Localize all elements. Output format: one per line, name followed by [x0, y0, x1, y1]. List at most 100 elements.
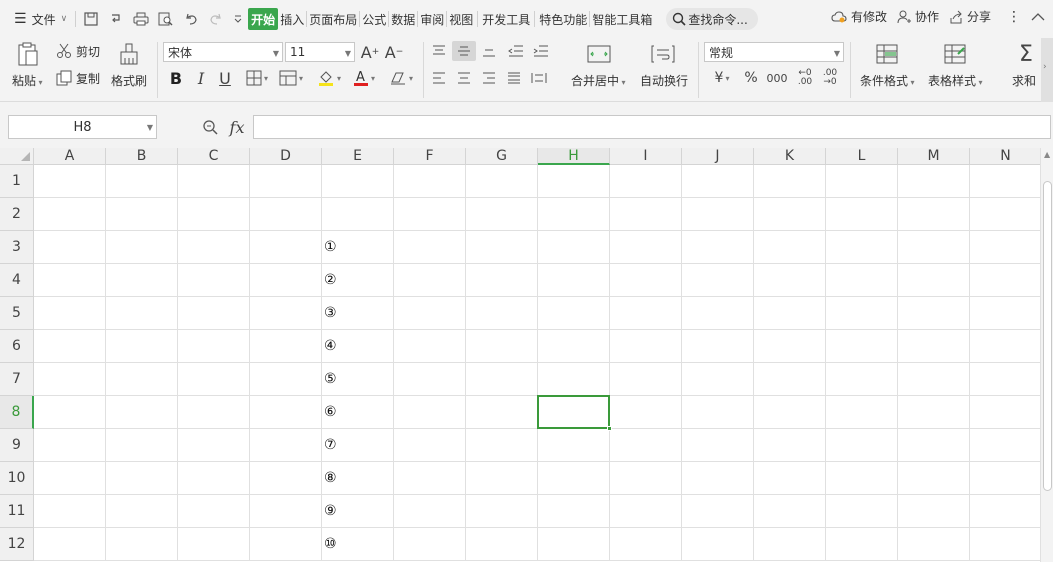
row-header-11[interactable]: 11: [0, 495, 34, 528]
cell-d3[interactable]: [250, 231, 322, 264]
cell-b3[interactable]: [106, 231, 178, 264]
tab-formulas[interactable]: 公式: [360, 8, 388, 30]
cell-l7[interactable]: [826, 363, 898, 396]
cell-i9[interactable]: [610, 429, 682, 462]
conditional-format-icon[interactable]: [874, 42, 900, 66]
cell-c3[interactable]: [178, 231, 250, 264]
cell-n1[interactable]: [970, 165, 1040, 198]
align-bottom-icon[interactable]: [478, 41, 500, 61]
increase-font-icon[interactable]: A +: [360, 42, 380, 62]
collapse-ribbon-icon[interactable]: [1031, 12, 1045, 22]
cell-e9[interactable]: ⑦: [322, 429, 394, 462]
cell-f1[interactable]: [394, 165, 466, 198]
increase-decimal-button[interactable]: ←0.00: [793, 66, 817, 90]
bold-button[interactable]: B: [166, 68, 186, 88]
cell-j1[interactable]: [682, 165, 754, 198]
cell-b8[interactable]: [106, 396, 178, 429]
cell-g4[interactable]: [466, 264, 538, 297]
cell-c9[interactable]: [178, 429, 250, 462]
cell-e2[interactable]: [322, 198, 394, 231]
cell-j7[interactable]: [682, 363, 754, 396]
cell-d11[interactable]: [250, 495, 322, 528]
font-size-select[interactable]: 11 ▼: [285, 42, 355, 62]
column-header-e[interactable]: E: [322, 148, 394, 165]
row-header-12[interactable]: 12: [0, 528, 34, 561]
tab-view[interactable]: 视图: [447, 8, 475, 30]
cell-g7[interactable]: [466, 363, 538, 396]
cell-g1[interactable]: [466, 165, 538, 198]
cell-n7[interactable]: [970, 363, 1040, 396]
cell-m1[interactable]: [898, 165, 970, 198]
cell-l4[interactable]: [826, 264, 898, 297]
cell-i6[interactable]: [610, 330, 682, 363]
paste-button[interactable]: [10, 40, 46, 68]
cell-e1[interactable]: [322, 165, 394, 198]
cell-f11[interactable]: [394, 495, 466, 528]
cell-e8[interactable]: ⑥: [322, 396, 394, 429]
cell-d2[interactable]: [250, 198, 322, 231]
cell-h6[interactable]: [538, 330, 610, 363]
decrease-font-icon[interactable]: A −: [384, 42, 404, 62]
cell-b12[interactable]: [106, 528, 178, 561]
sum-icon[interactable]: Σ: [1014, 40, 1038, 68]
cell-m3[interactable]: [898, 231, 970, 264]
column-header-k[interactable]: K: [754, 148, 826, 165]
cell-f6[interactable]: [394, 330, 466, 363]
cell-a1[interactable]: [34, 165, 106, 198]
cell-g8[interactable]: [466, 396, 538, 429]
more-options-icon[interactable]: ⋮: [1007, 9, 1021, 25]
tab-page-layout[interactable]: 页面布局: [307, 8, 359, 30]
cell-i5[interactable]: [610, 297, 682, 330]
cell-l2[interactable]: [826, 198, 898, 231]
cell-g9[interactable]: [466, 429, 538, 462]
cell-c2[interactable]: [178, 198, 250, 231]
cell-k7[interactable]: [754, 363, 826, 396]
tab-insert[interactable]: 插入: [278, 8, 306, 30]
column-header-c[interactable]: C: [178, 148, 250, 165]
cell-a2[interactable]: [34, 198, 106, 231]
cell-m7[interactable]: [898, 363, 970, 396]
cell-c12[interactable]: [178, 528, 250, 561]
merge-center-icon[interactable]: [586, 42, 612, 66]
file-menu[interactable]: ☰ 文件 ∨: [0, 8, 73, 30]
column-header-b[interactable]: B: [106, 148, 178, 165]
cell-h4[interactable]: [538, 264, 610, 297]
cell-f7[interactable]: [394, 363, 466, 396]
column-header-j[interactable]: J: [682, 148, 754, 165]
cell-b1[interactable]: [106, 165, 178, 198]
cell-n11[interactable]: [970, 495, 1040, 528]
name-box[interactable]: H8 ▼: [8, 115, 157, 139]
cell-k8[interactable]: [754, 396, 826, 429]
cell-h2[interactable]: [538, 198, 610, 231]
cell-k10[interactable]: [754, 462, 826, 495]
cell-b2[interactable]: [106, 198, 178, 231]
cell-j4[interactable]: [682, 264, 754, 297]
cell-c11[interactable]: [178, 495, 250, 528]
cell-n9[interactable]: [970, 429, 1040, 462]
conditional-format-label[interactable]: 条件格式 ▾: [860, 72, 915, 89]
currency-button[interactable]: ¥ ▾: [707, 68, 737, 88]
cell-f8[interactable]: [394, 396, 466, 429]
cell-k5[interactable]: [754, 297, 826, 330]
cell-n6[interactable]: [970, 330, 1040, 363]
select-all-corner[interactable]: [0, 148, 34, 165]
cell-j11[interactable]: [682, 495, 754, 528]
cell-n4[interactable]: [970, 264, 1040, 297]
cell-f3[interactable]: [394, 231, 466, 264]
format-painter-label[interactable]: 格式刷: [111, 72, 147, 89]
copy-button[interactable]: 复制: [56, 68, 100, 88]
cell-b11[interactable]: [106, 495, 178, 528]
justify-icon[interactable]: [503, 68, 525, 88]
column-header-n[interactable]: N: [970, 148, 1040, 165]
formula-input[interactable]: [253, 115, 1051, 139]
row-header-9[interactable]: 9: [0, 429, 34, 462]
cell-h12[interactable]: [538, 528, 610, 561]
column-header-g[interactable]: G: [466, 148, 538, 165]
cell-j12[interactable]: [682, 528, 754, 561]
vertical-scrollbar[interactable]: ▲: [1040, 148, 1053, 562]
column-header-i[interactable]: I: [610, 148, 682, 165]
column-header-a[interactable]: A: [34, 148, 106, 165]
collaborate-button[interactable]: 协作: [897, 8, 939, 25]
ribbon-scroll-button[interactable]: ›: [1041, 38, 1053, 102]
cell-f10[interactable]: [394, 462, 466, 495]
